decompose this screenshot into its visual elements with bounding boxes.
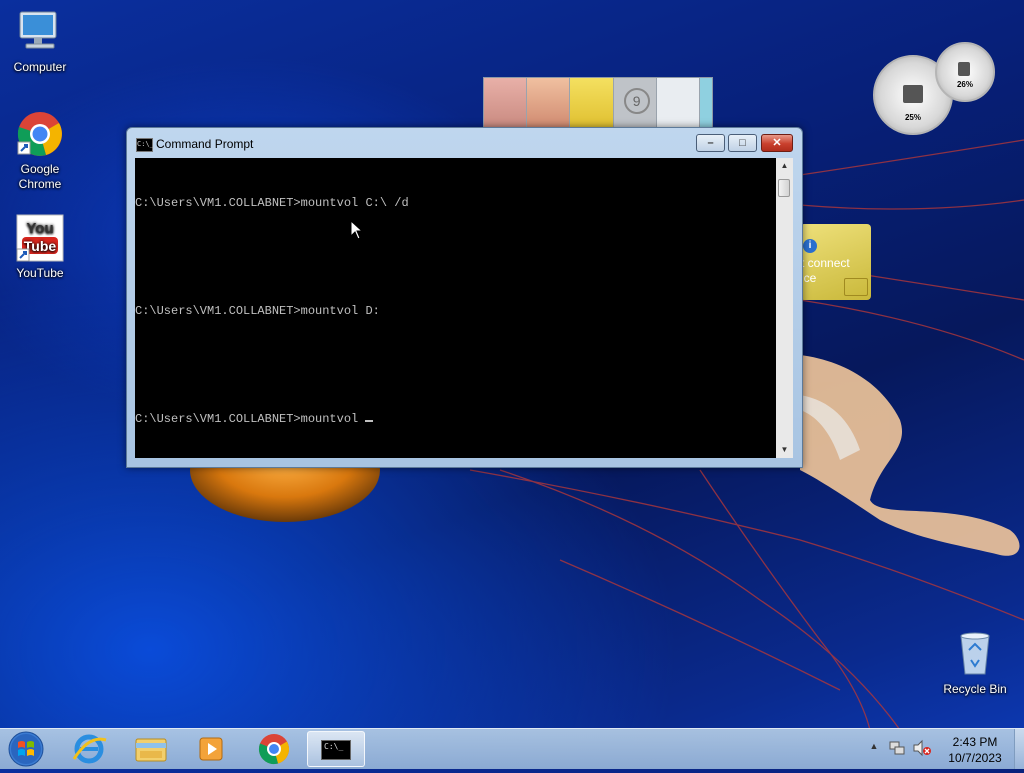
desktop-icon-label: Computer [13,60,67,74]
close-button[interactable]: ✕ [761,134,793,152]
scroll-down-arrow-icon[interactable]: ▼ [776,442,793,458]
desktop-icon-label: YouTube [16,266,64,280]
notification-gadget[interactable]: i t connect ice [800,224,871,300]
system-clock[interactable]: 2:43 PM 10/7/2023 [940,734,1010,766]
cmd-icon: C:\_ [321,740,351,760]
calendar-gadget-tile: 9 [613,78,657,128]
text-caret [365,420,374,422]
memory-percent: 26% [956,80,973,89]
network-icon[interactable] [888,739,906,757]
command-prompt-window[interactable]: C:\_ Command Prompt – □ ✕ C:\Users\VM1.C… [126,127,803,468]
window-titlebar[interactable]: C:\_ Command Prompt – □ ✕ [127,128,802,158]
desktop-icon-recycle-bin[interactable]: Recycle Bin [935,630,1015,697]
maximize-button[interactable]: □ [728,134,757,152]
vertical-scrollbar[interactable]: ▲ ▼ [776,158,793,458]
close-icon: ✕ [772,137,782,149]
notification-text-1: t connect [801,256,850,270]
desktop-icon-youtube[interactable]: You Tube YouTube [0,214,80,281]
console-output[interactable]: C:\Users\VM1.COLLABNET>mountvol C:\ /d C… [135,158,776,458]
slideshow-gadget[interactable]: 9 [483,77,713,129]
clock-gadget-tile [656,78,701,128]
media-player-icon [199,737,223,761]
calendar-number: 9 [623,88,650,114]
console-line-current: C:\Users\VM1.COLLABNET>mountvol [135,410,776,428]
taskbar-internet-explorer[interactable] [60,731,118,767]
info-icon: i [803,239,817,253]
minimize-icon: – [707,137,714,149]
youtube-logo-you: You [26,220,53,237]
window-title: Command Prompt [156,137,254,151]
gadget-tile [570,78,614,128]
desktop-icon-label: Google Chrome [18,162,62,191]
memory-chip-icon [958,62,970,76]
file-explorer-icon [135,738,167,762]
volume-muted-icon[interactable] [912,739,932,757]
start-button[interactable] [6,730,46,768]
taskbar-command-prompt[interactable]: C:\_ [307,731,365,767]
clock-date: 10/7/2023 [948,751,1002,765]
mouse-pointer-icon [350,220,364,240]
console-line: C:\Users\VM1.COLLABNET>mountvol C:\ /d [135,196,409,210]
gadget-tile [484,78,528,128]
minimize-button[interactable]: – [696,134,725,152]
show-desktop-button[interactable] [1014,729,1024,769]
gadget-tile [700,78,713,128]
console-line: C:\Users\VM1.COLLABNET>mountvol D: [135,304,380,318]
taskbar: C:\_ ▲ 2:43 PM 10/7/2023 [0,728,1024,769]
scrollbar-thumb[interactable] [778,179,790,197]
device-icon [844,278,868,296]
chrome-icon [16,110,64,158]
desktop-icon-google-chrome[interactable]: Google Chrome [0,110,80,192]
taskbar-chrome[interactable] [245,731,303,767]
taskbar-file-explorer[interactable] [122,731,180,767]
notification-text-2: ice [801,271,817,285]
recycle-bin-icon [951,630,999,678]
chrome-icon [258,734,290,765]
desktop-icon-computer[interactable]: Computer [0,8,80,75]
clock-time: 2:43 PM [952,735,998,749]
cmd-window-icon: C:\_ [136,138,154,152]
memory-meter-gadget[interactable]: 26% [935,42,995,102]
maximize-icon: □ [739,137,746,149]
internet-explorer-icon [72,734,107,764]
youtube-icon: You Tube [16,214,64,262]
show-hidden-icons-arrow[interactable]: ▲ [868,741,880,753]
windows-logo-icon [8,731,44,767]
gadget-tile [527,78,571,128]
cpu-chip-icon [903,85,923,103]
taskbar-media-player[interactable] [182,731,240,767]
scroll-up-arrow-icon[interactable]: ▲ [776,158,793,174]
computer-icon [16,8,64,56]
cpu-percent: 25% [904,113,921,122]
console-current-text: C:\Users\VM1.COLLABNET>mountvol [135,412,366,426]
desktop-icon-label: Recycle Bin [943,682,1007,696]
